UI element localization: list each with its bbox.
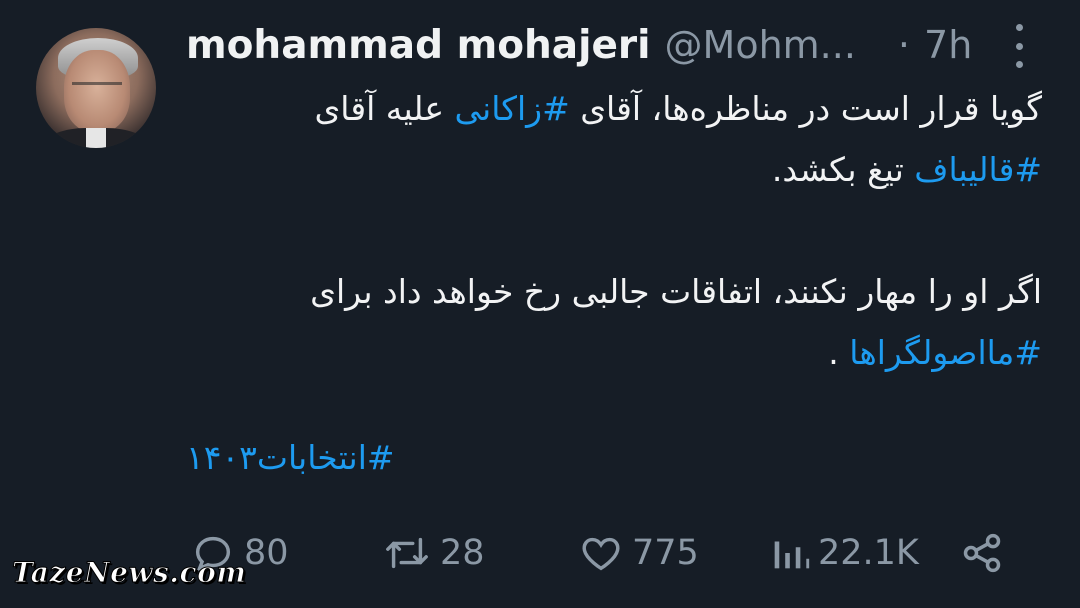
tweet-line: اگر او را مهار نکنند، اتفاقات جالبی رخ خ…	[310, 272, 1042, 311]
hashtag-link[interactable]: #قالیباف	[914, 150, 1042, 189]
author-name[interactable]: mohammad mohajeri	[186, 23, 651, 68]
views-icon	[774, 541, 810, 569]
views-button[interactable]: 22.1K	[770, 522, 919, 584]
tweet-line: #مااصولگراها .	[828, 333, 1042, 372]
retweet-icon	[386, 537, 428, 569]
hashtag-link[interactable]: #زاکانی	[455, 89, 570, 128]
tweet-text: گویا قرار است در مناظره‌ها، آقای #زاکانی…	[186, 78, 1042, 383]
author-handle[interactable]: @Mohm...	[665, 23, 856, 67]
tweet-header: mohammad mohajeri @Mohm... · 7h	[186, 18, 972, 72]
avatar[interactable]	[36, 28, 156, 148]
tweet-line: #قالیباف تیغ بکشد.	[771, 150, 1042, 189]
hashtag-footer[interactable]: #انتخابات۱۴۰۳	[186, 438, 395, 477]
more-vertical-icon	[1015, 24, 1023, 31]
retweet-count: 28	[440, 533, 485, 573]
more-options-button[interactable]	[1012, 24, 1026, 68]
hashtag-link[interactable]: #مااصولگراها	[849, 333, 1042, 372]
tweet-line: گویا قرار است در مناظره‌ها، آقای #زاکانی…	[314, 89, 1042, 128]
views-count: 22.1K	[818, 533, 919, 573]
watermark: TazeNews.com	[11, 556, 247, 590]
like-count: 775	[632, 533, 699, 573]
heart-icon	[582, 537, 620, 571]
retweet-button[interactable]: 28	[382, 522, 485, 584]
share-icon	[963, 533, 1001, 573]
separator-dot: ·	[897, 23, 911, 67]
action-bar: 80 28 775 22.1K	[190, 522, 1010, 584]
timestamp[interactable]: 7h	[924, 23, 972, 67]
reply-count: 80	[244, 533, 289, 573]
share-button[interactable]	[960, 522, 1004, 584]
like-button[interactable]: 775	[578, 522, 699, 584]
